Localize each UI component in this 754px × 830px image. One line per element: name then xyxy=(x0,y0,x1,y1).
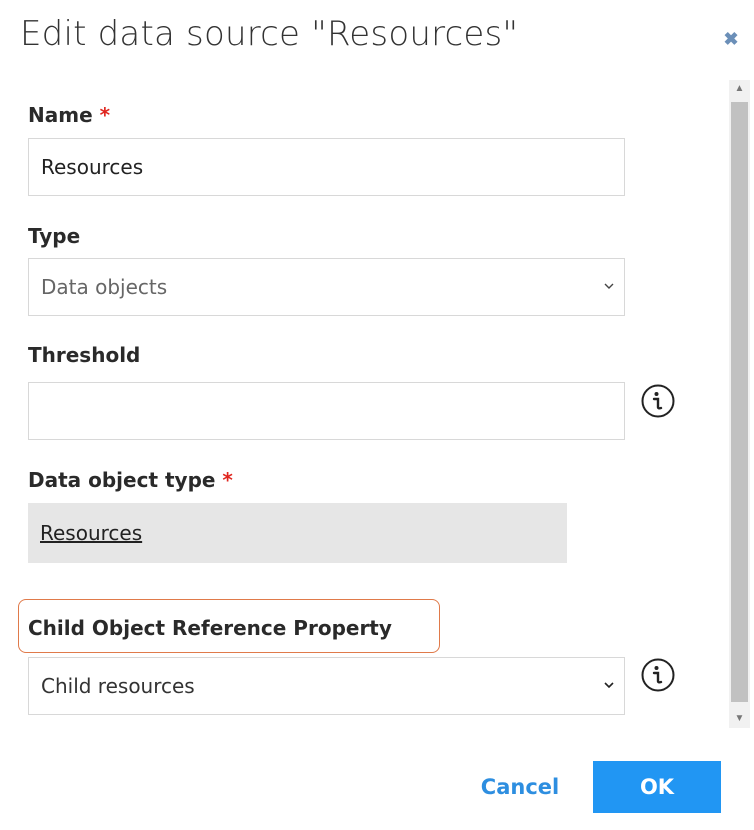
chevron-down-icon xyxy=(604,283,614,289)
data-object-type-label-text: Data object type xyxy=(28,468,216,492)
child-object-reference-label: Child Object Reference Property xyxy=(28,616,392,640)
dialog-title: Edit data source "Resources" xyxy=(20,14,519,54)
cancel-button[interactable]: Cancel xyxy=(470,763,570,811)
name-input-value: Resources xyxy=(41,155,144,179)
info-icon[interactable] xyxy=(641,658,675,692)
type-select[interactable]: Data objects xyxy=(28,258,625,316)
type-label: Type xyxy=(28,224,81,248)
close-icon[interactable]: ✖ xyxy=(720,28,742,50)
name-label: Name * xyxy=(28,103,110,127)
threshold-input[interactable] xyxy=(28,382,625,440)
vertical-scrollbar[interactable]: ▲ ▼ xyxy=(729,80,750,728)
scroll-down-arrow-icon[interactable]: ▼ xyxy=(729,710,750,728)
child-object-reference-value: Child resources xyxy=(41,674,195,698)
name-label-text: Name xyxy=(28,103,93,127)
name-input[interactable]: Resources xyxy=(28,138,625,196)
chevron-down-icon xyxy=(604,682,614,689)
data-object-type-label: Data object type * xyxy=(28,468,233,492)
child-object-reference-select[interactable]: Child resources xyxy=(28,657,625,715)
edit-data-source-dialog: Edit data source "Resources" ✖ Name * Re… xyxy=(0,0,754,830)
required-marker: * xyxy=(99,103,111,127)
info-icon[interactable] xyxy=(641,384,675,418)
threshold-label: Threshold xyxy=(28,343,141,367)
data-object-type-link[interactable]: Resources xyxy=(28,503,567,563)
scrollbar-thumb[interactable] xyxy=(731,102,748,702)
type-select-value: Data objects xyxy=(41,275,168,299)
required-marker: * xyxy=(222,468,233,492)
ok-button[interactable]: OK xyxy=(593,761,721,813)
scroll-up-arrow-icon[interactable]: ▲ xyxy=(729,80,750,98)
